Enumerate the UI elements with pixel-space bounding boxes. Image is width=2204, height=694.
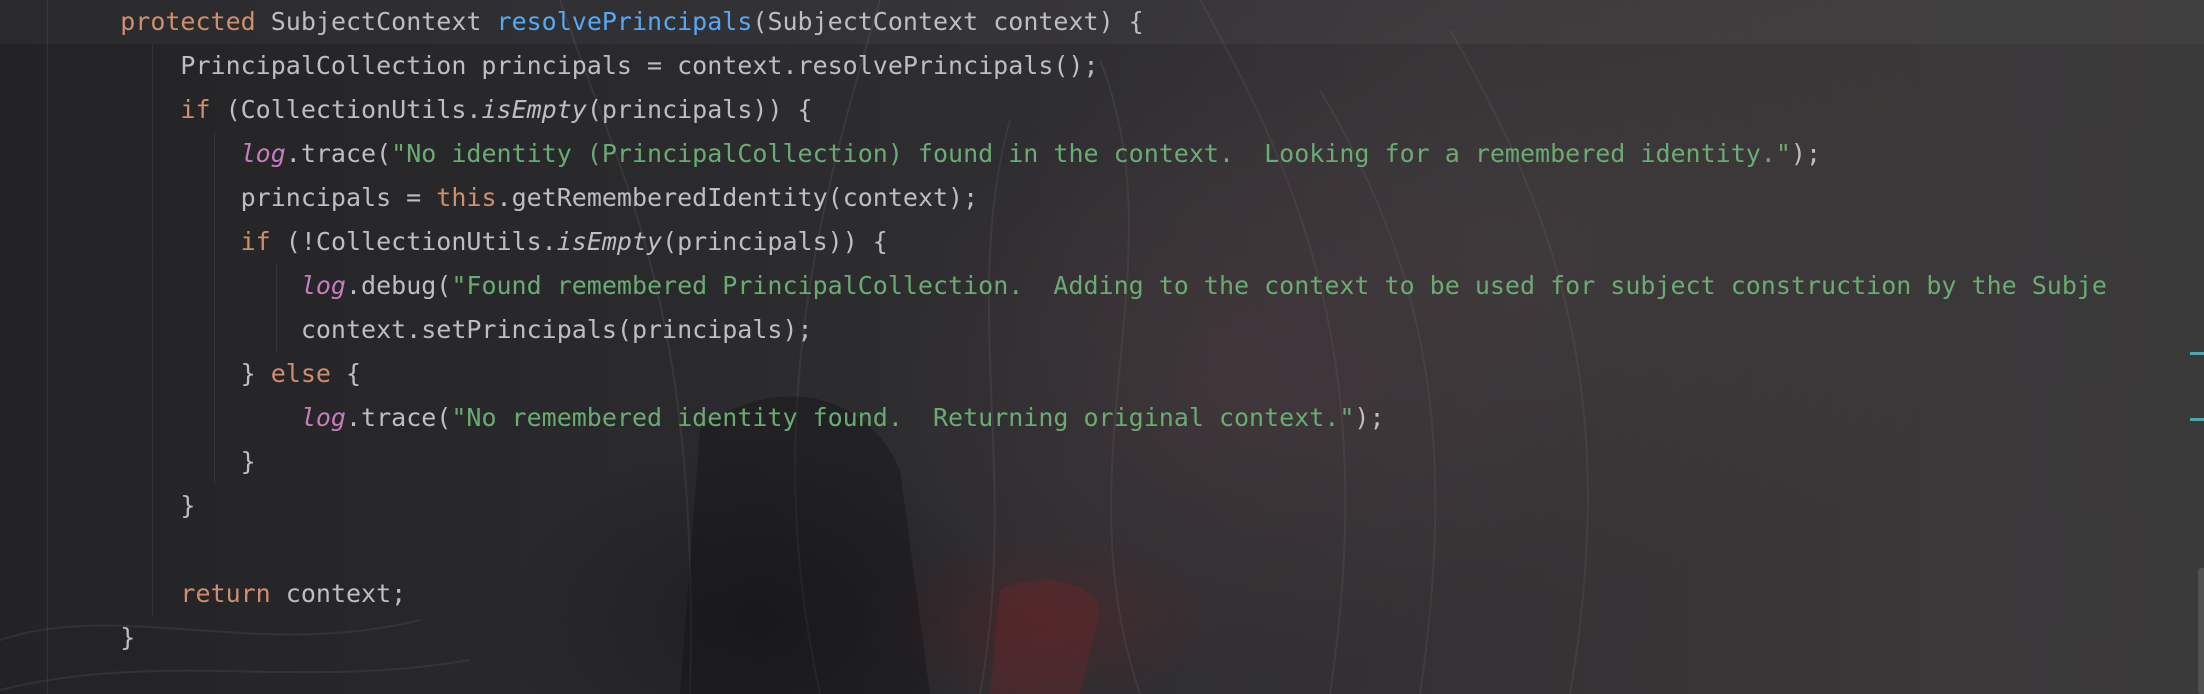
code-line[interactable]: log.debug("Found remembered PrincipalCol… bbox=[60, 264, 2107, 308]
code-token: log bbox=[240, 139, 286, 168]
code-token: .trace( bbox=[345, 403, 452, 432]
code-line[interactable]: log.trace("No identity (PrincipalCollect… bbox=[60, 132, 1821, 176]
code-line[interactable]: context.setPrincipals(principals); bbox=[60, 308, 813, 352]
code-token: this bbox=[436, 183, 497, 212]
code-token: (SubjectContext context) { bbox=[752, 7, 1144, 36]
code-token: log bbox=[300, 271, 346, 300]
code-token: if bbox=[240, 227, 271, 256]
code-token: context.setPrincipals(principals); bbox=[60, 315, 813, 344]
code-line[interactable]: principals = this.getRememberedIdentity(… bbox=[60, 176, 979, 220]
scrollbar-thumb[interactable] bbox=[2198, 568, 2204, 694]
code-token: else bbox=[270, 359, 331, 388]
code-token: return bbox=[180, 579, 271, 608]
code-editor[interactable]: protected SubjectContext resolvePrincipa… bbox=[0, 0, 2204, 694]
code-token: ); bbox=[1790, 139, 1822, 168]
code-token: .debug( bbox=[345, 271, 452, 300]
code-token: isEmpty bbox=[556, 227, 663, 256]
change-marker[interactable] bbox=[2190, 352, 2204, 355]
code-token: "Found remembered PrincipalCollection. A… bbox=[451, 271, 2107, 300]
code-line[interactable]: } else { bbox=[60, 352, 361, 396]
code-line[interactable]: PrincipalCollection principals = context… bbox=[60, 44, 1099, 88]
code-token: } bbox=[60, 447, 256, 476]
code-token: ); bbox=[1354, 403, 1385, 432]
code-token: protected bbox=[120, 7, 256, 36]
code-line[interactable]: if (!CollectionUtils.isEmpty(principals)… bbox=[60, 220, 888, 264]
code-line[interactable]: } bbox=[60, 440, 256, 484]
code-token: log bbox=[300, 403, 346, 432]
code-line[interactable]: log.trace("No remembered identity found.… bbox=[60, 396, 1385, 440]
code-token: { bbox=[330, 359, 362, 388]
code-token: resolvePrincipals bbox=[496, 7, 753, 36]
code-token: (principals)) { bbox=[662, 227, 888, 256]
code-token: } bbox=[60, 491, 196, 520]
code-token: isEmpty bbox=[481, 95, 587, 124]
code-token: SubjectContext bbox=[255, 7, 497, 36]
code-line[interactable]: } bbox=[60, 484, 195, 528]
code-token: .trace( bbox=[285, 139, 392, 168]
code-token: .getRememberedIdentity(context); bbox=[496, 183, 979, 212]
code-line[interactable]: return context; bbox=[60, 572, 406, 616]
code-token: if bbox=[180, 95, 211, 124]
code-line[interactable]: protected SubjectContext resolvePrincipa… bbox=[60, 0, 1144, 44]
change-marker[interactable] bbox=[2190, 418, 2204, 421]
code-line[interactable]: } bbox=[60, 616, 135, 660]
code-token: "No remembered identity found. Returning… bbox=[451, 403, 1355, 432]
code-token: "No identity (PrincipalCollection) found… bbox=[391, 139, 1791, 168]
indent-guide bbox=[47, 0, 48, 694]
code-token: PrincipalCollection principals = context… bbox=[60, 51, 1099, 80]
code-token: } bbox=[60, 359, 271, 388]
code-token: (principals)) { bbox=[586, 95, 813, 124]
code-token: } bbox=[60, 623, 136, 652]
code-token: principals = bbox=[60, 183, 437, 212]
code-token: context; bbox=[270, 579, 407, 608]
code-token: (!CollectionUtils. bbox=[270, 227, 557, 256]
code-line[interactable]: if (CollectionUtils.isEmpty(principals))… bbox=[60, 88, 813, 132]
code-token: (CollectionUtils. bbox=[210, 95, 482, 124]
